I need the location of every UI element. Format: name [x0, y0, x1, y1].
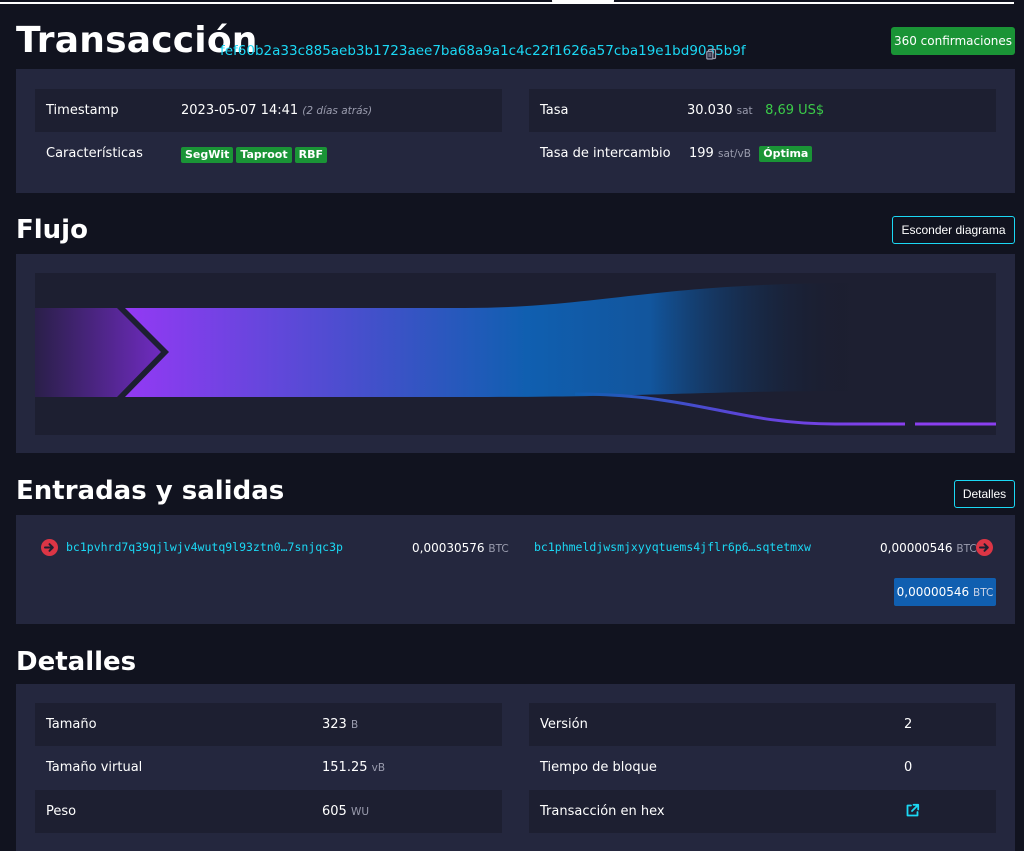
weight-value: 605 WU: [322, 804, 369, 819]
output-arrow-icon[interactable]: [976, 539, 993, 556]
vsize-number: 151.25: [322, 760, 368, 775]
output-amount: 0,00000546 BTC: [880, 541, 977, 555]
io-card: bc1pvhrd7q39qjlwjv4wutq9l93ztn0…7snjqc3p…: [16, 515, 1015, 624]
size-row: Tamaño 323 B: [35, 703, 502, 746]
size-unit: B: [350, 719, 359, 731]
timestamp-ago: (2 días atrás): [302, 105, 373, 117]
input-amount-unit: BTC: [488, 543, 509, 555]
summary-card: Timestamp 2023-05-07 14:41 (2 días atrás…: [16, 69, 1015, 193]
timestamp-label: Timestamp: [46, 103, 119, 118]
copy-icon[interactable]: [706, 45, 717, 60]
input-amount-value: 0,00030576: [412, 541, 485, 555]
total-unit: BTC: [973, 587, 994, 599]
rate-value: 199 sat/vB Óptima: [689, 146, 815, 162]
vsize-value: 151.25 vB: [322, 760, 385, 775]
version-row: Versión 2: [529, 703, 996, 746]
hide-diagram-button[interactable]: Esconder diagrama: [892, 216, 1015, 244]
input-amount: 0,00030576 BTC: [412, 541, 509, 555]
flow-card: [16, 254, 1015, 453]
rate-badge: Óptima: [759, 146, 813, 162]
total-output-badge: 0,00000546 BTC: [894, 578, 996, 606]
size-value: 323 B: [322, 717, 358, 732]
io-details-button[interactable]: Detalles: [954, 480, 1015, 508]
weight-row: Peso 605 WU: [35, 790, 502, 833]
nav-underline: [0, 2, 1014, 4]
details-title: Detalles: [16, 647, 137, 677]
vsize-unit: vB: [371, 762, 386, 774]
output-amount-unit: BTC: [956, 543, 977, 555]
fee-value: 30.030 sat 8,69 US$: [687, 103, 824, 118]
timestamp-date: 2023-05-07 14:41: [181, 103, 299, 118]
rate-number: 199: [689, 146, 714, 161]
external-link-icon[interactable]: [905, 803, 920, 818]
txid-link[interactable]: fef60b2a33c885aeb3b1723aee7ba68a9a1c4c22…: [220, 43, 746, 59]
top-nav-line: [0, 0, 1024, 5]
input-address-link[interactable]: bc1pvhrd7q39qjlwjv4wutq9l93ztn0…7snjqc3p: [66, 540, 343, 554]
confirmations-badge: 360 confirmaciones: [891, 27, 1015, 55]
rate-unit: sat/vB: [717, 148, 751, 160]
active-nav-tab[interactable]: [552, 0, 614, 4]
hex-row: Transacción en hex: [529, 790, 996, 833]
details-card: Tamaño 323 B Tamaño virtual 151.25 vB Pe…: [16, 684, 1015, 851]
features-badges: SegWit Taproot RBF: [181, 147, 330, 163]
feature-badge-segwit[interactable]: SegWit: [181, 147, 234, 163]
weight-label: Peso: [46, 804, 77, 819]
output-amount-value: 0,00000546: [880, 541, 953, 555]
output-address-link[interactable]: bc1phmeldjwsmjxyyqtuems4jflr6p6…sqtetmxw: [534, 540, 811, 554]
rate-label: Tasa de intercambio: [540, 146, 671, 161]
io-title: Entradas y salidas: [16, 476, 285, 506]
weight-unit: WU: [350, 806, 370, 818]
flow-title: Flujo: [16, 215, 88, 245]
locktime-label: Tiempo de bloque: [540, 760, 657, 775]
fee-usd: 8,69 US$: [765, 103, 825, 118]
input-arrow-icon[interactable]: [41, 539, 58, 556]
timestamp-row: Timestamp 2023-05-07 14:41 (2 días atrás…: [35, 89, 502, 132]
fee-label: Tasa: [540, 103, 569, 118]
hex-label: Transacción en hex: [540, 804, 665, 819]
version-label: Versión: [540, 717, 588, 732]
timestamp-value: 2023-05-07 14:41 (2 días atrás): [181, 103, 372, 118]
weight-number: 605: [322, 804, 347, 819]
features-label: Características: [46, 146, 143, 161]
size-number: 323: [322, 717, 347, 732]
feature-badge-taproot[interactable]: Taproot: [236, 147, 292, 163]
version-value: 2: [904, 717, 913, 732]
fee-sat: 30.030: [687, 103, 733, 118]
fee-unit: sat: [736, 105, 753, 117]
vsize-label: Tamaño virtual: [46, 760, 143, 775]
fee-row: Tasa 30.030 sat 8,69 US$: [529, 89, 996, 132]
total-amount: 0,00000546: [896, 585, 970, 599]
tx-flow-diagram[interactable]: [35, 273, 996, 435]
locktime-value: 0: [904, 760, 913, 775]
feature-badge-rbf[interactable]: RBF: [294, 147, 327, 163]
size-label: Tamaño: [46, 717, 97, 732]
